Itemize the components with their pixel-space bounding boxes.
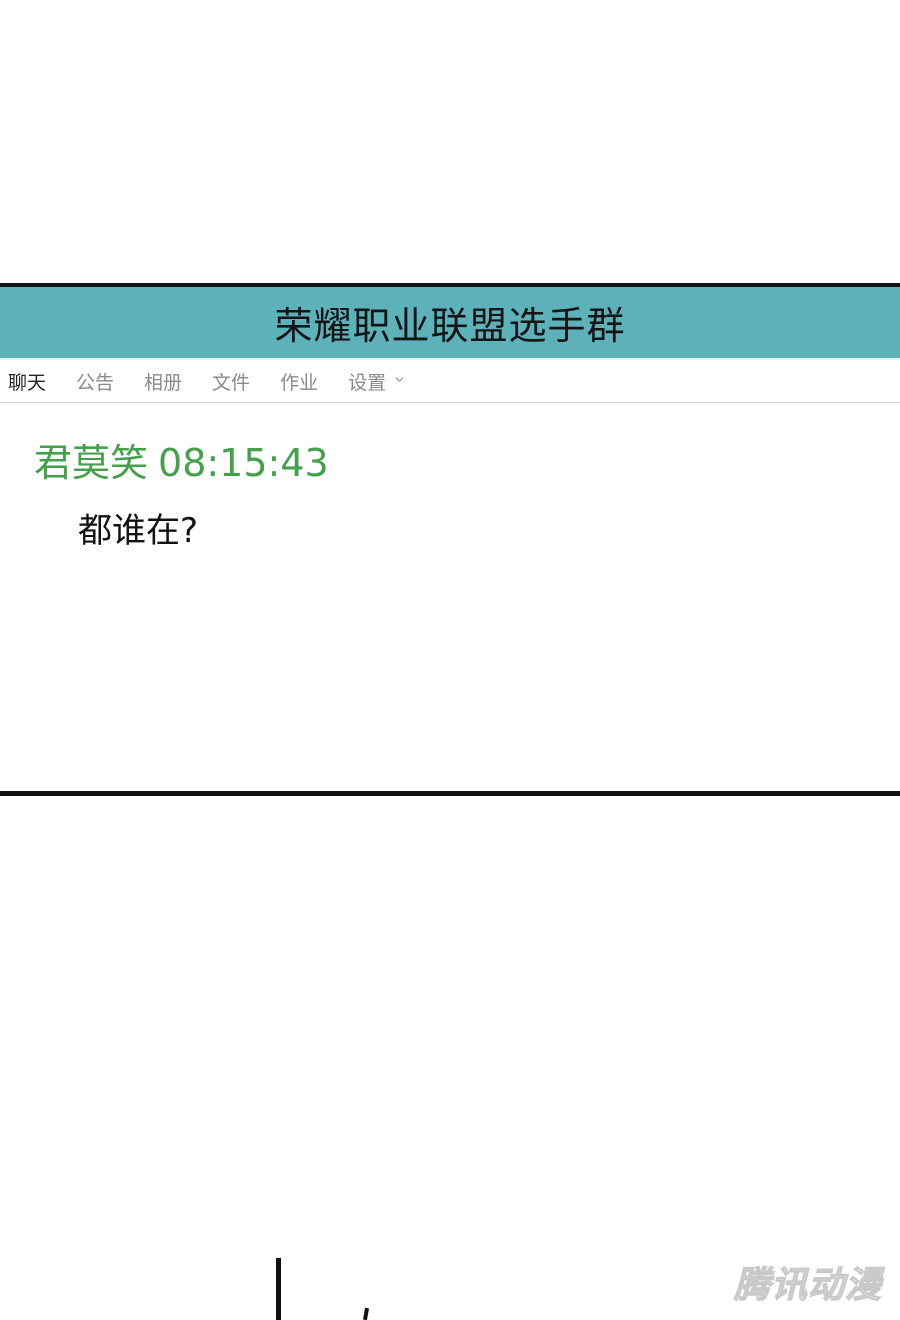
tab-announcement[interactable]: 公告 [76, 368, 114, 395]
tab-settings[interactable]: 设置 [348, 368, 404, 395]
tab-settings-label: 设置 [348, 371, 387, 394]
tab-homework-label: 作业 [280, 371, 319, 394]
group-title: 荣耀职业联盟选手群 [274, 304, 626, 348]
tab-bar: 聊天 公告 相册 文件 作业 设置 [0, 360, 900, 403]
tab-album-label: 相册 [144, 371, 183, 394]
ink-stroke [276, 1258, 281, 1320]
message-time: 08:15:43 [158, 441, 329, 485]
tab-album[interactable]: 相册 [144, 368, 182, 395]
tab-announcement-label: 公告 [76, 371, 115, 394]
watermark-logo: 腾讯动漫 [733, 1264, 882, 1306]
tab-chat[interactable]: 聊天 [8, 368, 46, 395]
chat-message: 君莫笑 08:15:43 都谁在? [0, 403, 900, 552]
message-header: 君莫笑 08:15:43 [34, 441, 900, 485]
message-sender: 君莫笑 [34, 441, 149, 485]
title-bar: 荣耀职业联盟选手群 [0, 287, 900, 360]
chat-window: 荣耀职业联盟选手群 聊天 公告 相册 文件 作业 设置 君莫笑 08:15:43 … [0, 283, 900, 796]
tab-files[interactable]: 文件 [212, 368, 250, 395]
tab-homework[interactable]: 作业 [280, 368, 318, 395]
tab-chat-label: 聊天 [8, 371, 47, 394]
ink-stroke-small [362, 1307, 370, 1320]
chevron-down-icon[interactable] [395, 375, 404, 384]
message-text: 都谁在? [78, 510, 199, 551]
tab-files-label: 文件 [212, 371, 251, 394]
